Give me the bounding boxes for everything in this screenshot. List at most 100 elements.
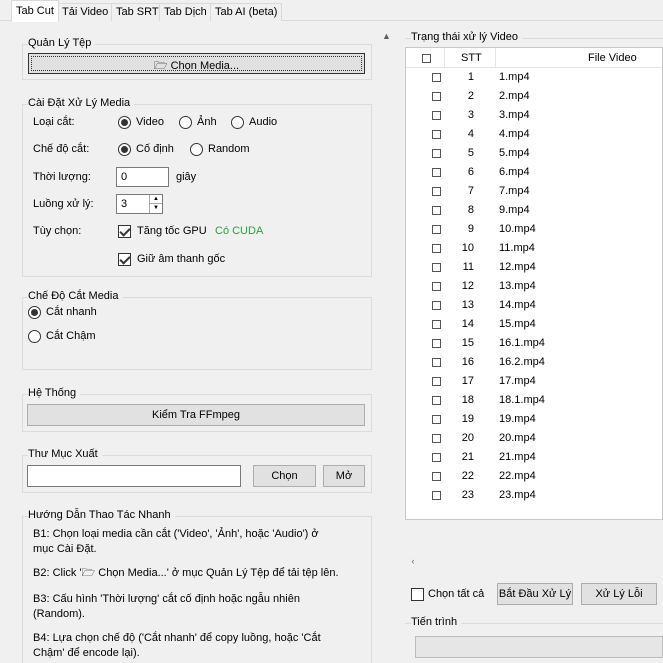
row-checkbox[interactable] <box>432 434 441 443</box>
table-row[interactable]: 13 14.mp4 <box>406 296 662 315</box>
select-all-checkbox[interactable] <box>411 588 424 601</box>
row-stt: 22 <box>461 470 474 482</box>
table-row[interactable]: 10 11.mp4 <box>406 239 662 258</box>
output-path-input[interactable] <box>27 465 241 487</box>
choose-folder-button[interactable]: Chọn <box>253 465 316 487</box>
tab-cut[interactable]: Tab Cut <box>11 0 59 22</box>
duration-input[interactable]: 0 <box>116 167 169 187</box>
cut-type-image-label[interactable]: Ảnh <box>197 116 217 128</box>
row-file-name: 2.mp4 <box>499 90 530 102</box>
table-row[interactable]: 7 7.mp4 <box>406 182 662 201</box>
table-row[interactable]: 23 23.mp4 <box>406 486 662 505</box>
row-checkbox[interactable] <box>432 244 441 253</box>
row-checkbox[interactable] <box>432 187 441 196</box>
cut-type-audio-radio[interactable] <box>231 116 244 129</box>
col-stt[interactable]: STT <box>461 52 482 64</box>
row-stt: 9 <box>467 223 474 235</box>
tab-download-video[interactable]: Tải Video <box>57 3 114 21</box>
output-folder-title: Thư Mục Xuất <box>28 448 102 460</box>
row-checkbox[interactable] <box>432 225 441 234</box>
row-checkbox[interactable] <box>432 168 441 177</box>
cut-type-image-radio[interactable] <box>179 116 192 129</box>
spin-up-icon[interactable]: ▲ <box>149 195 162 204</box>
tab-translate[interactable]: Tab Dịch <box>159 3 212 21</box>
row-file-name: 22.mp4 <box>499 470 536 482</box>
table-row[interactable]: 2 2.mp4 <box>406 87 662 106</box>
table-row[interactable]: 14 15.mp4 <box>406 315 662 334</box>
row-checkbox[interactable] <box>432 282 441 291</box>
table-row[interactable]: 9 10.mp4 <box>406 220 662 239</box>
scroll-left-icon[interactable]: ‹ <box>407 553 419 570</box>
media-settings-group: Cài Đặt Xử Lý Media <box>22 97 372 277</box>
fast-cut-label[interactable]: Cắt nhanh <box>46 306 97 318</box>
row-file-name: 6.mp4 <box>499 166 530 178</box>
row-checkbox[interactable] <box>432 339 441 348</box>
tab-ai-beta[interactable]: Tab AI (beta) <box>210 3 283 21</box>
keep-audio-label[interactable]: Giữ âm thanh gốc <box>137 253 225 265</box>
row-checkbox[interactable] <box>432 206 441 215</box>
cut-type-audio-label[interactable]: Audio <box>249 116 277 128</box>
process-errors-button[interactable]: Xử Lý Lỗi <box>581 583 657 605</box>
tab-srt[interactable]: Tab SRT <box>111 3 164 21</box>
row-checkbox[interactable] <box>432 415 441 424</box>
table-row[interactable]: 8 9.mp4 <box>406 201 662 220</box>
slow-cut-label[interactable]: Cắt Chậm <box>46 330 96 342</box>
table-row[interactable]: 16 16.2.mp4 <box>406 353 662 372</box>
row-checkbox[interactable] <box>432 396 441 405</box>
row-checkbox[interactable] <box>432 111 441 120</box>
check-ffmpeg-button[interactable]: Kiểm Tra FFmpeg <box>27 404 365 426</box>
left-panel-scrollbar[interactable]: ▲ <box>378 28 395 663</box>
row-checkbox[interactable] <box>432 263 441 272</box>
row-checkbox[interactable] <box>432 130 441 139</box>
row-checkbox[interactable] <box>432 491 441 500</box>
cut-type-video-label[interactable]: Video <box>136 116 164 128</box>
row-file-name: 16.1.mp4 <box>499 337 545 349</box>
table-row[interactable]: 11 12.mp4 <box>406 258 662 277</box>
slow-cut-radio[interactable] <box>28 330 41 343</box>
row-checkbox[interactable] <box>432 73 441 82</box>
open-folder-button[interactable]: Mở <box>323 465 365 487</box>
video-status-group: Trạng thái xử lý Video <box>405 31 663 43</box>
cut-mode-random-radio[interactable] <box>190 143 203 156</box>
scroll-up-icon[interactable]: ▲ <box>378 28 395 45</box>
row-checkbox[interactable] <box>432 320 441 329</box>
spin-down-icon[interactable]: ▼ <box>149 204 162 213</box>
select-all-label[interactable]: Chọn tất cả <box>428 588 484 600</box>
table-row[interactable]: 5 5.mp4 <box>406 144 662 163</box>
col-file-video[interactable]: File Video <box>588 52 637 64</box>
gpu-label[interactable]: Tăng tốc GPU <box>137 225 207 237</box>
video-table-header: STT File Video <box>406 48 662 68</box>
row-checkbox[interactable] <box>432 472 441 481</box>
row-checkbox[interactable] <box>432 92 441 101</box>
keep-audio-checkbox[interactable] <box>118 253 131 266</box>
table-row[interactable]: 20 20.mp4 <box>406 429 662 448</box>
row-stt: 12 <box>461 280 474 292</box>
gpu-checkbox[interactable] <box>118 225 131 238</box>
row-checkbox[interactable] <box>432 453 441 462</box>
header-select-checkbox[interactable] <box>422 54 431 63</box>
table-row[interactable]: 12 13.mp4 <box>406 277 662 296</box>
row-checkbox[interactable] <box>432 358 441 367</box>
cut-type-video-radio[interactable] <box>118 116 131 129</box>
table-row[interactable]: 17 17.mp4 <box>406 372 662 391</box>
choose-media-button[interactable]: 🗁 Chọn Media... <box>28 53 365 74</box>
table-row[interactable]: 6 6.mp4 <box>406 163 662 182</box>
table-row[interactable]: 4 4.mp4 <box>406 125 662 144</box>
cut-mode-random-label[interactable]: Random <box>208 143 250 155</box>
table-row[interactable]: 19 19.mp4 <box>406 410 662 429</box>
cut-mode-fixed-radio[interactable] <box>118 143 131 156</box>
table-row[interactable]: 15 16.1.mp4 <box>406 334 662 353</box>
table-row[interactable]: 21 21.mp4 <box>406 448 662 467</box>
table-row[interactable]: 18 18.1.mp4 <box>406 391 662 410</box>
row-checkbox[interactable] <box>432 377 441 386</box>
start-processing-button[interactable]: Bắt Đầu Xử Lý <box>497 583 573 605</box>
fast-cut-radio[interactable] <box>28 306 41 319</box>
table-hscrollbar[interactable]: ‹ <box>405 553 663 570</box>
table-row[interactable]: 3 3.mp4 <box>406 106 662 125</box>
threads-spinbox[interactable]: 3 ▲ ▼ <box>116 194 163 214</box>
table-row[interactable]: 22 22.mp4 <box>406 467 662 486</box>
table-row[interactable]: 1 1.mp4 <box>406 68 662 87</box>
cut-mode-fixed-label[interactable]: Cố định <box>136 143 174 155</box>
row-checkbox[interactable] <box>432 301 441 310</box>
row-checkbox[interactable] <box>432 149 441 158</box>
